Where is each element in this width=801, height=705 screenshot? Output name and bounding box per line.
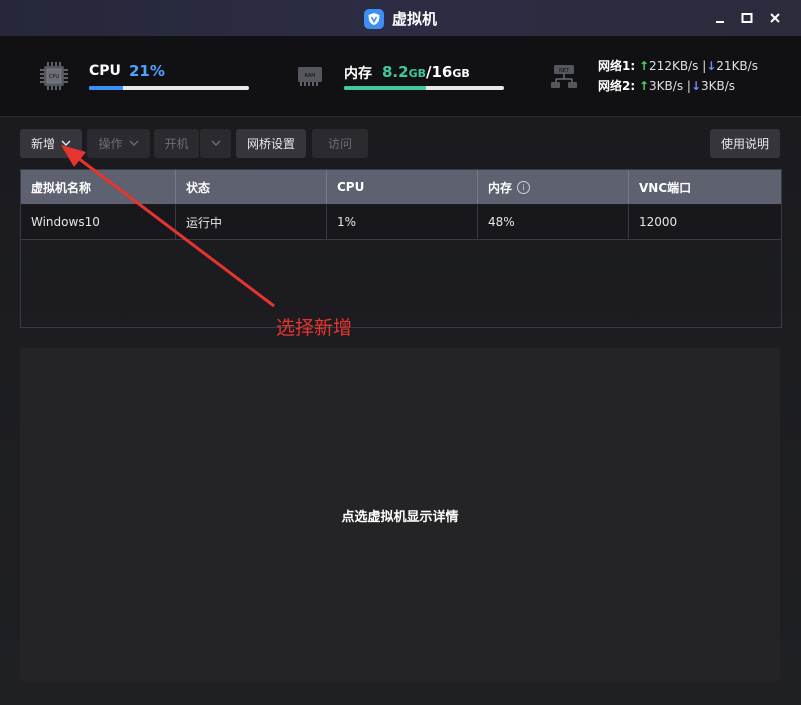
annotation-arrow — [61, 145, 275, 308]
annotation-text: 选择新增 — [276, 317, 353, 339]
